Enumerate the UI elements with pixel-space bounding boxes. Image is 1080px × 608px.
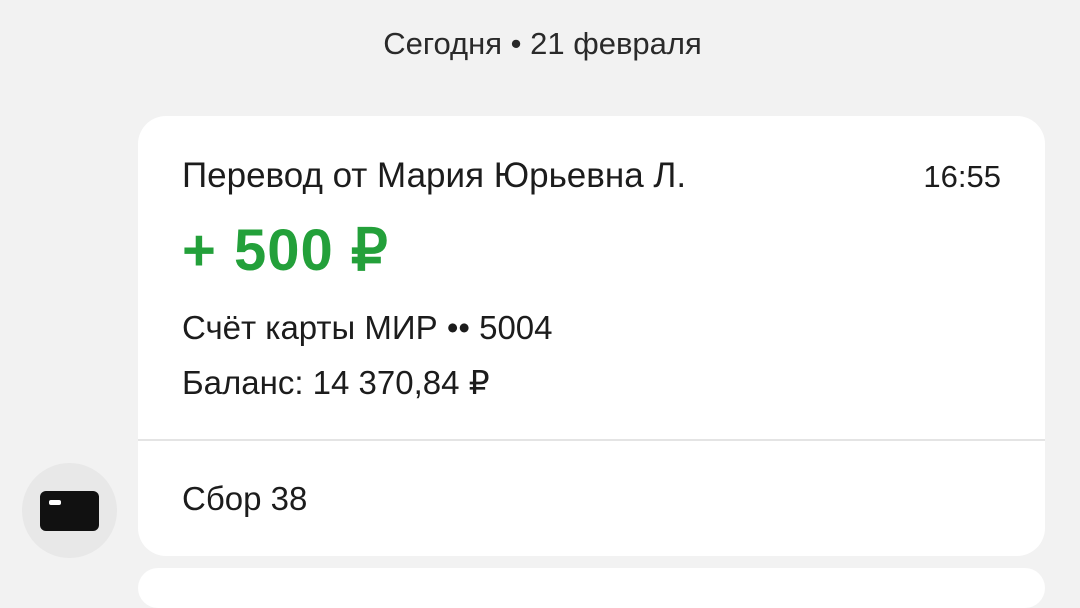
- transaction-time: 16:55: [923, 159, 1001, 194]
- next-transaction-card[interactable]: [138, 568, 1045, 608]
- balance-info: Баланс: 14 370,84 ₽: [182, 364, 490, 401]
- transaction-category[interactable]: Сбор 38: [182, 480, 307, 518]
- card-icon: [40, 491, 99, 531]
- category-icon-button[interactable]: [22, 463, 117, 558]
- divider: [138, 439, 1045, 441]
- transaction-card[interactable]: Перевод от Мария Юрьевна Л. 16:55 + 500 …: [138, 116, 1045, 556]
- transaction-title: Перевод от Мария Юрьевна Л.: [182, 156, 687, 195]
- transaction-amount: + 500 ₽: [182, 218, 389, 283]
- account-info: Счёт карты МИР •• 5004: [182, 309, 553, 346]
- date-header: Сегодня • 21 февраля: [383, 26, 702, 61]
